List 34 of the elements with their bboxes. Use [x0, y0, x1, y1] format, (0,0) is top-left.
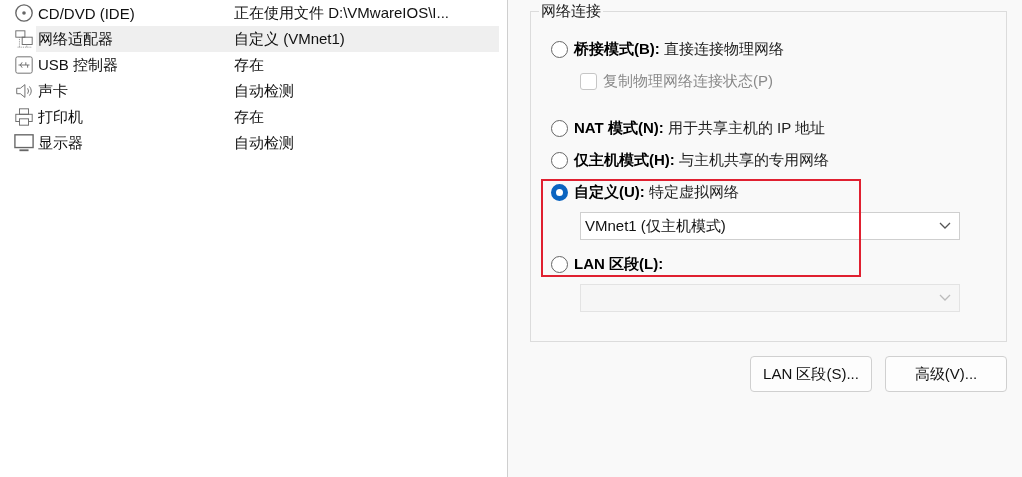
- device-name[interactable]: 打印机: [36, 104, 234, 130]
- radio-button[interactable]: [551, 183, 568, 201]
- device-summary: 正在使用文件 D:\VMwareIOS\I...: [234, 2, 451, 23]
- device-name[interactable]: 声卡: [36, 78, 234, 104]
- device-summary: 存在: [234, 54, 265, 75]
- device-summary: 存在: [234, 106, 265, 127]
- radio-button[interactable]: [551, 40, 568, 58]
- network-icon: [12, 28, 36, 50]
- device-summary: 自动检测: [234, 132, 295, 153]
- radio-button[interactable]: [551, 119, 568, 137]
- radio-label: LAN 区段(L):: [574, 254, 664, 274]
- device-name[interactable]: CD/DVD (IDE): [36, 0, 234, 26]
- radio-button[interactable]: [551, 151, 568, 169]
- radio-label: 桥接模式(B): 直接连接物理网络: [574, 39, 784, 59]
- radio-label: 仅主机模式(H): 与主机共享的专用网络: [574, 150, 829, 170]
- usb-icon: [12, 54, 36, 76]
- radio-label: 自定义(U): 特定虚拟网络: [574, 182, 739, 202]
- radio-label: NAT 模式(N): 用于共享主机的 IP 地址: [574, 118, 826, 138]
- group-title: 网络连接: [540, 2, 602, 21]
- device-name[interactable]: 网络适配器: [36, 26, 234, 52]
- device-name[interactable]: 显示器: [36, 130, 234, 156]
- monitor-icon: [12, 132, 36, 154]
- network-dropdown[interactable]: VMnet1 (仅主机模式): [580, 212, 960, 240]
- printer-icon: [12, 106, 36, 128]
- radio-button[interactable]: [551, 255, 568, 273]
- checkbox-label: 复制物理网络连接状态(P): [603, 71, 773, 91]
- chevron-down-icon: [939, 222, 951, 230]
- chevron-down-icon: [939, 294, 951, 302]
- disc-icon: [12, 2, 36, 24]
- dialog-button[interactable]: 高级(V)...: [885, 356, 1007, 392]
- dialog-button[interactable]: LAN 区段(S)...: [750, 356, 872, 392]
- device-summary: 自定义 (VMnet1): [234, 26, 499, 52]
- device-summary: 自动检测: [234, 80, 295, 101]
- device-name[interactable]: USB 控制器: [36, 52, 234, 78]
